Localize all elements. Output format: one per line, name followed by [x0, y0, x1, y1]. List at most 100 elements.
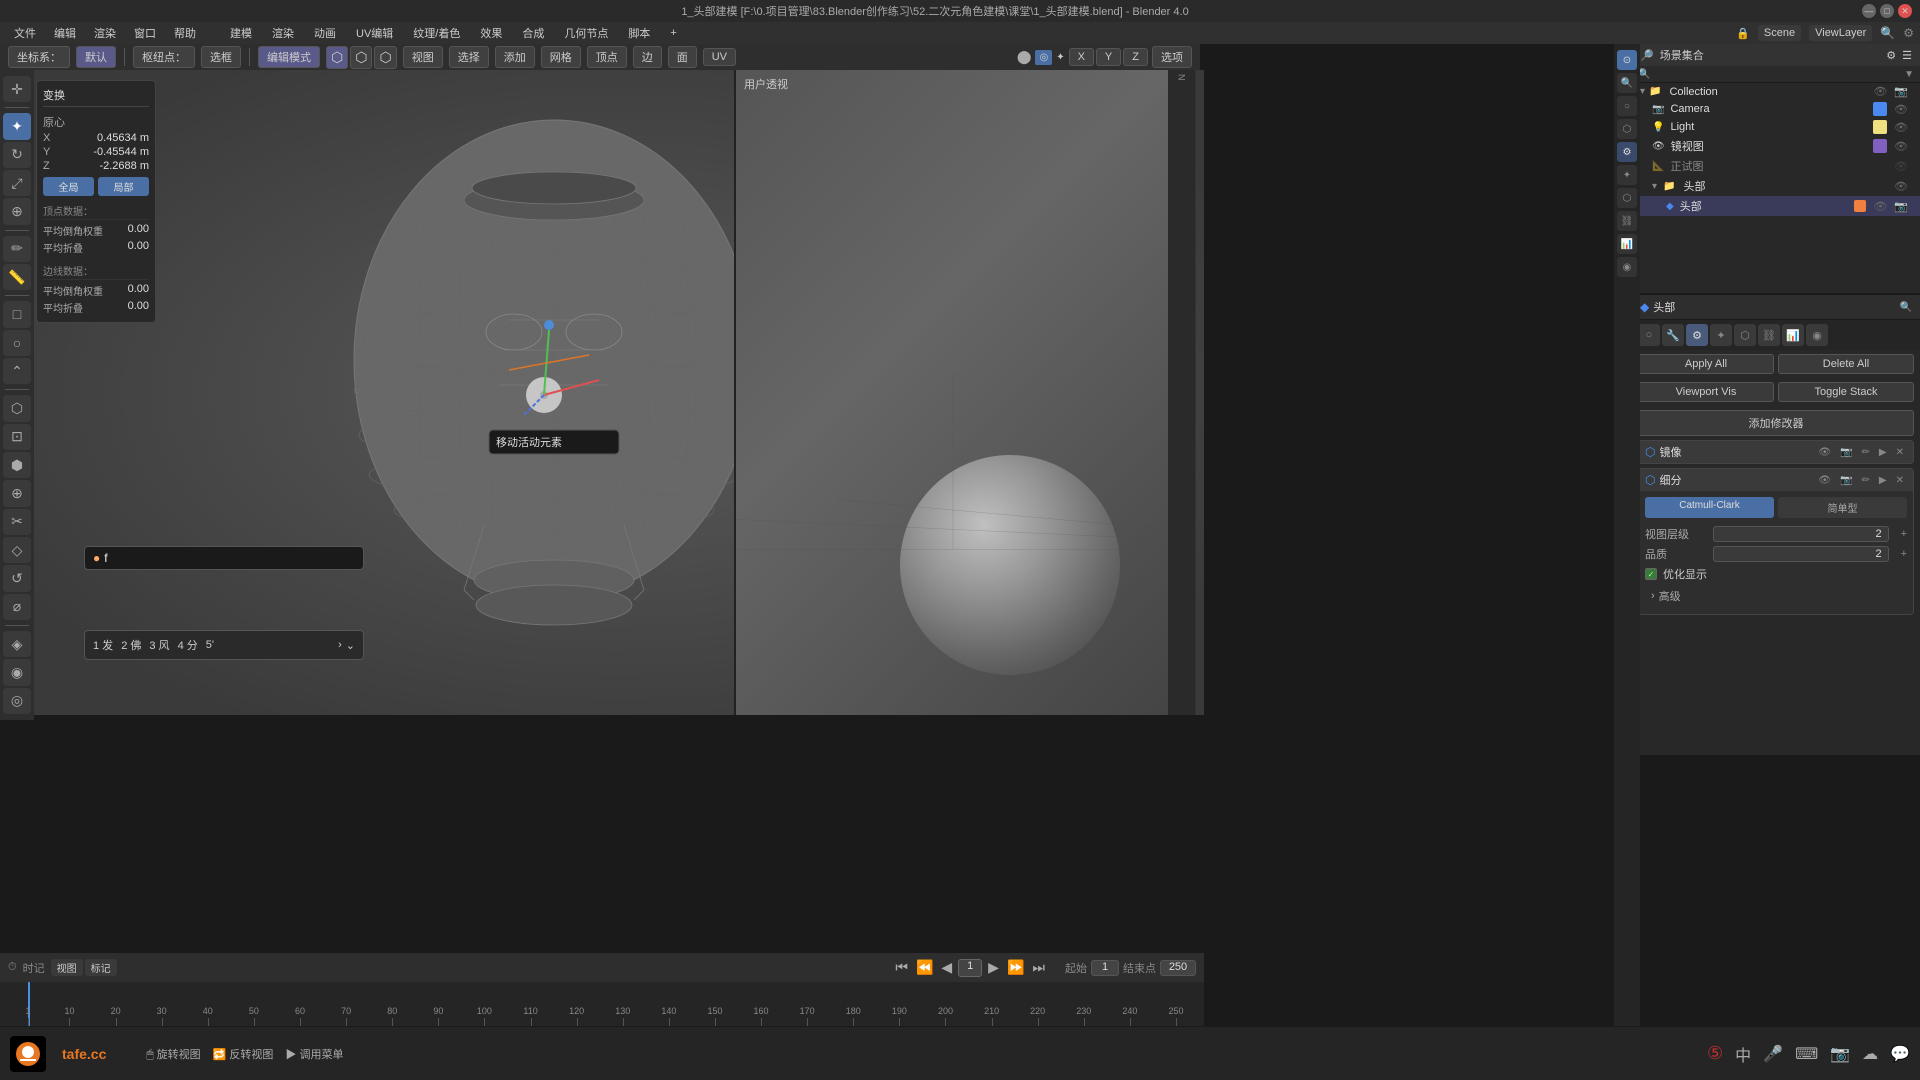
move-tool[interactable]: ✦ [3, 113, 31, 139]
physics-tab[interactable]: ⬡ [1734, 324, 1756, 346]
input-item-2[interactable]: 2 佛 [121, 637, 141, 653]
subdiv-edit-toggle[interactable]: ✏ [1859, 474, 1873, 487]
rvt-particles-btn[interactable]: ✦ [1617, 165, 1637, 185]
head-mesh-render-btn[interactable]: 📷 [1894, 200, 1908, 213]
render-levels-increment[interactable]: + [1901, 528, 1907, 540]
material-tab[interactable]: ◉ [1806, 324, 1828, 346]
viewport-shading-icon[interactable]: ⬤ [1017, 49, 1032, 65]
loop-cut-tool[interactable]: ⊕ [3, 480, 31, 506]
outliner-light-item[interactable]: 💡 Light 👁 [1632, 118, 1920, 136]
rotate-tool[interactable]: ↻ [3, 142, 31, 168]
push-pull[interactable]: ◎ [3, 688, 31, 714]
rvt-modifier-btn[interactable]: ⚙ [1617, 142, 1637, 162]
menu-animation[interactable]: 效果 [472, 23, 510, 43]
view-menu[interactable]: 视图 [403, 46, 443, 68]
vertex-mode-btn[interactable]: ⬡ [326, 46, 348, 69]
collection-cam-btn[interactable]: 📷 [1894, 85, 1908, 98]
menu-compositor[interactable]: 合成 [514, 23, 552, 43]
bevel-tool[interactable]: ⬢ [3, 452, 31, 478]
outliner-filter-icon[interactable]: ⚙ [1886, 49, 1896, 62]
mirror-mod-header[interactable]: ⬡ 镜像 👁 📷 ✏ ▶ ✕ [1639, 441, 1913, 463]
outliner-options-icon[interactable]: ☰ [1902, 49, 1912, 62]
input-item-4[interactable]: 4 分 [178, 637, 198, 653]
face-mode-btn[interactable]: ⬡ [374, 46, 396, 69]
simple-btn[interactable]: 简单型 [1778, 497, 1907, 518]
menu-scripting[interactable]: 脚本 [620, 23, 658, 43]
jump-start-btn[interactable]: ⏮ [893, 957, 910, 978]
menu-edit[interactable]: 编辑 [46, 23, 84, 43]
subdiv-advanced-section[interactable]: › 高级 [1645, 584, 1907, 608]
timeline-tab-view[interactable]: 视图 [51, 959, 83, 976]
render-levels-value[interactable]: 2 [1713, 526, 1889, 542]
edge-mode-btn[interactable]: ⬡ [350, 46, 372, 69]
subdiv-delete-btn[interactable]: ✕ [1893, 474, 1907, 487]
timeline-tab-markers[interactable]: 标记 [85, 959, 117, 976]
subdiv-realtime-toggle[interactable]: ▶ [1876, 474, 1890, 487]
mod-panel-search-icon[interactable]: 🔍 [1900, 302, 1912, 313]
prev-frame-btn[interactable]: ◀ [939, 957, 954, 978]
coord-system-selector[interactable]: 坐标系： [8, 46, 70, 68]
outliner-head-mesh-item[interactable]: ◆ 头部 👁 📷 [1632, 196, 1920, 216]
menu-help[interactable]: 帮助 [166, 23, 204, 43]
smooth-tool[interactable]: ⌀ [3, 594, 31, 620]
menu-uv[interactable]: 动画 [306, 23, 344, 43]
poly-build[interactable]: ◇ [3, 537, 31, 563]
select-box[interactable]: □ [3, 301, 31, 327]
select-lasso[interactable]: ⌃ [3, 358, 31, 384]
modifier-properties-tab[interactable]: 🔧 [1662, 324, 1684, 346]
outliner-collection-item[interactable]: ▾ 📁 Collection 👁 📷 [1632, 83, 1920, 100]
menu-geometry[interactable]: 几何节点 [556, 23, 616, 43]
menu-texture[interactable]: UV编辑 [348, 23, 401, 43]
uv-menu[interactable]: UV [703, 48, 736, 66]
mirror-render-toggle[interactable]: 📷 [1837, 446, 1855, 459]
particles-tab[interactable]: ✦ [1710, 324, 1732, 346]
rvt-obj-btn[interactable]: ○ [1617, 96, 1637, 116]
menu-plus[interactable]: + [662, 25, 684, 41]
spin-tool[interactable]: ↺ [3, 565, 31, 591]
pivot-selector[interactable]: 枢纽点： [133, 46, 195, 68]
data-tab[interactable]: 📊 [1782, 324, 1804, 346]
pivot-default[interactable]: 选框 [201, 46, 241, 68]
select-circle[interactable]: ○ [3, 330, 31, 356]
global-space-btn[interactable]: 全局 [43, 177, 94, 196]
rvt-scene-btn[interactable]: ⊙ [1617, 50, 1637, 70]
extrude-tool[interactable]: ⬡ [3, 395, 31, 421]
apply-all-btn[interactable]: Apply All [1638, 354, 1774, 374]
close-button[interactable]: ✕ [1898, 4, 1912, 18]
scale-tool[interactable]: ⤢ [3, 170, 31, 196]
shrink-fatten[interactable]: ◉ [3, 659, 31, 685]
obj-properties-tab[interactable]: ○ [1638, 324, 1660, 346]
prev-keyframe-btn[interactable]: ⏪ [914, 957, 935, 978]
status-cam-icon[interactable]: 📷 [1830, 1044, 1850, 1064]
dropdown-next[interactable]: ⌄ [346, 639, 355, 652]
input-item-1[interactable]: 1 发 [93, 637, 113, 653]
current-frame-input[interactable]: 1 [958, 959, 982, 977]
minimize-button[interactable]: — [1862, 4, 1876, 18]
search-scene-icon[interactable]: 🔍 [1880, 26, 1895, 40]
catmull-clark-btn[interactable]: Catmull-Clark [1645, 497, 1774, 518]
subdiv-vis-toggle[interactable]: 👁 [1815, 474, 1834, 487]
quality-value[interactable]: 2 [1713, 546, 1889, 562]
collection-eye-btn[interactable]: 👁 [1873, 85, 1887, 98]
outliner-camera-item[interactable]: 📷 Camera 👁 [1632, 100, 1920, 118]
scene-selector[interactable]: Scene [1758, 25, 1801, 41]
camera-eye-btn[interactable]: 👁 [1894, 103, 1908, 116]
rvt-physics-btn[interactable]: ⬡ [1617, 188, 1637, 208]
constraints-tab[interactable]: ⛓ [1758, 324, 1780, 346]
add-modifier-btn[interactable]: 添加修改器 [1638, 410, 1914, 436]
frame-start-input[interactable]: 1 [1091, 960, 1119, 976]
overlay-y[interactable]: Y [1096, 48, 1121, 66]
status-icon-2[interactable]: 中 [1735, 1042, 1751, 1066]
xray-toggle[interactable]: ✦ [1056, 52, 1064, 63]
ortho-eye-btn[interactable]: 👁 [1894, 160, 1908, 173]
maximize-button[interactable]: □ [1880, 4, 1894, 18]
frame-end-input[interactable]: 250 [1160, 960, 1196, 976]
local-space-btn[interactable]: 局部 [98, 177, 149, 196]
select-options[interactable]: 选项 [1152, 46, 1192, 68]
rvt-mesh-btn[interactable]: ⬡ [1617, 119, 1637, 139]
play-btn[interactable]: ▶ [986, 957, 1001, 978]
next-frame-btn[interactable]: ⏩ [1005, 957, 1026, 978]
vertex-menu[interactable]: 顶点 [587, 46, 627, 68]
jump-end-btn[interactable]: ⏭ [1030, 957, 1047, 978]
overlay-x[interactable]: X [1069, 48, 1094, 66]
